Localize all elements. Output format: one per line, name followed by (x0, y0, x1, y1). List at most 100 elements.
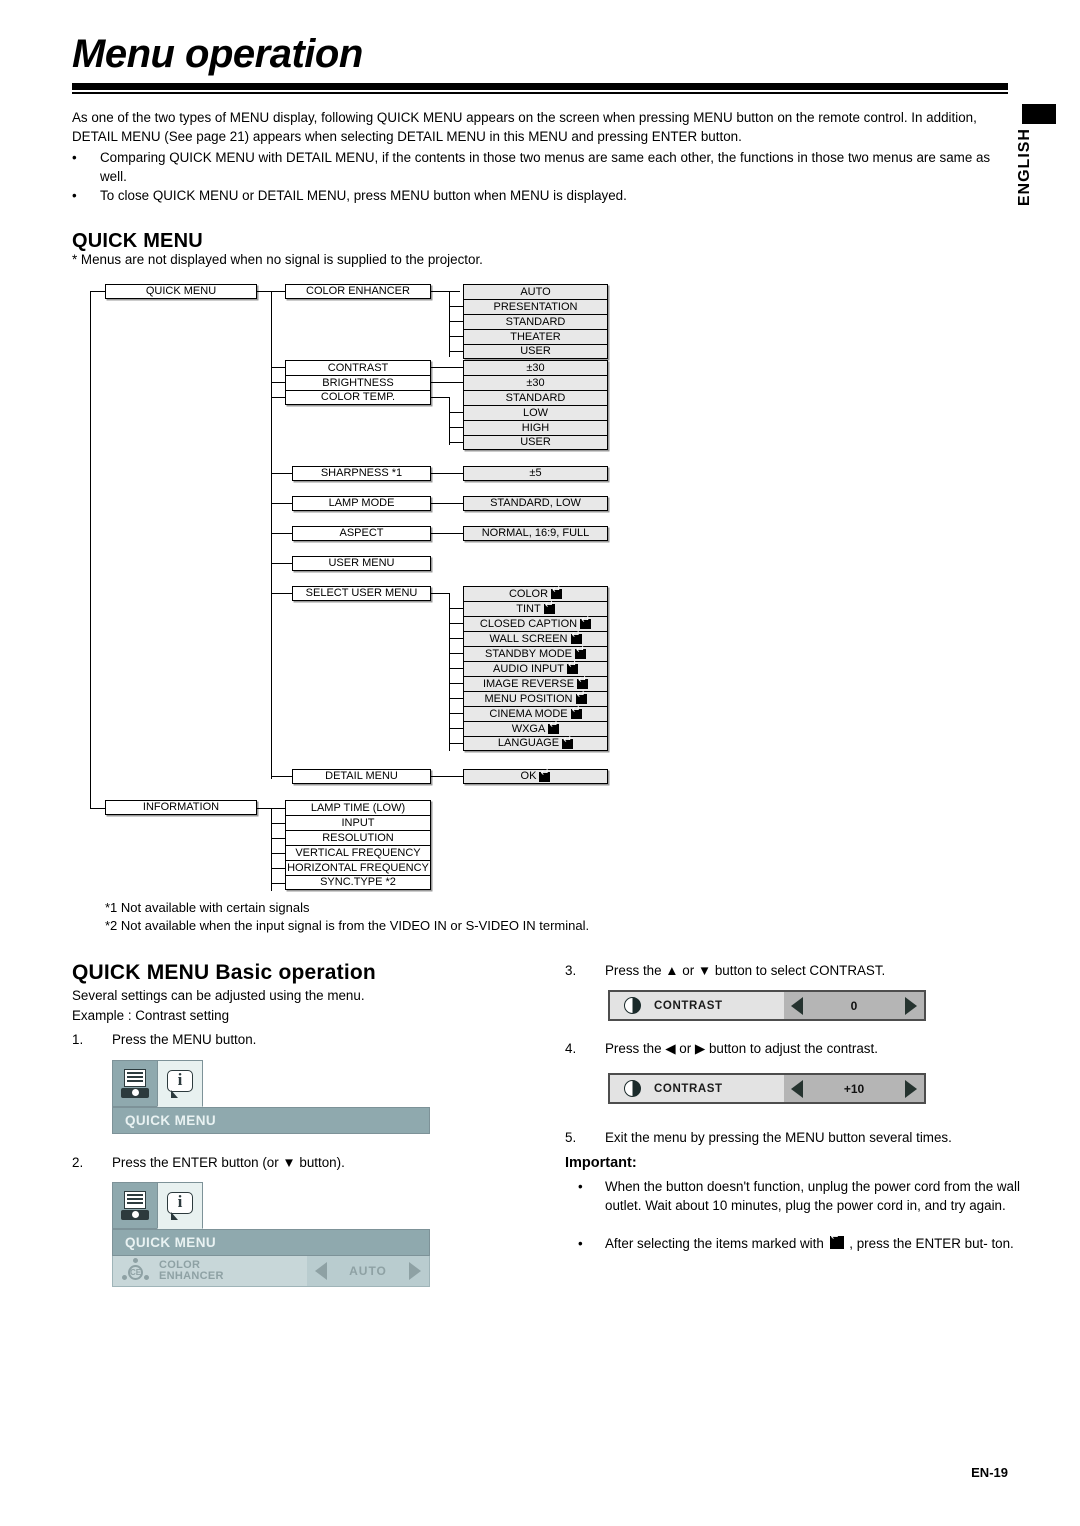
contrast-value: 0 (850, 998, 858, 1013)
connector (449, 397, 451, 445)
tree-value: USER (463, 344, 608, 359)
enter-key-icon (539, 768, 551, 782)
tree-node-select-user-menu: SELECT USER MENU (292, 586, 431, 601)
enter-key-icon (570, 705, 582, 719)
important-bullet-1: • When the button doesn't function, unpl… (565, 1177, 1025, 1215)
connector (449, 728, 464, 730)
tree-value: USER (463, 435, 608, 450)
tree-node-brightness: BRIGHTNESS (285, 375, 431, 390)
tree-value: RESOLUTION (285, 830, 431, 845)
step-1: 1. Press the MENU button. (72, 1030, 492, 1049)
bullet-mark: • (578, 1179, 583, 1194)
connector (449, 321, 464, 323)
tree-node-aspect: ASPECT (292, 526, 431, 541)
intro-bullet-2-text: To close QUICK MENU or DETAIL MENU, pres… (100, 188, 627, 203)
intro-bullet-2: • To close QUICK MENU or DETAIL MENU, pr… (72, 186, 997, 205)
connector (449, 698, 464, 700)
connector (449, 291, 451, 357)
step-3: 3. Press the ▲ or ▼ button to select CON… (565, 961, 1015, 980)
color-enhancer-icon: CE (122, 1258, 150, 1284)
bullet-mark: • (72, 188, 77, 203)
basic-operation-heading: QUICK MENU Basic operation (72, 961, 376, 984)
contrast-bar-after[interactable]: CONTRAST +10 (608, 1073, 926, 1104)
step-text: Press the ENTER button (or ▼ button). (112, 1155, 345, 1170)
step-text: Press the MENU button. (112, 1032, 257, 1047)
contrast-bar-label: CONTRAST (654, 999, 723, 1012)
title-rule (72, 83, 1008, 90)
osd-quick-menu-closed[interactable]: i QUICK MENU (112, 1060, 430, 1134)
tree-value: HORIZONTAL FREQUENCY (285, 860, 431, 875)
step-2: 2. Press the ENTER button (or ▼ button). (72, 1153, 492, 1172)
right-arrow-icon[interactable] (905, 996, 917, 1015)
tree-value: STANDARD (463, 314, 608, 329)
contrast-bar-before[interactable]: CONTRAST 0 (608, 990, 926, 1021)
connector (431, 473, 464, 475)
tree-node-color-enhancer: COLOR ENHANCER (285, 284, 431, 299)
enter-key-icon (829, 1232, 844, 1249)
connector (271, 883, 286, 885)
connector (271, 473, 293, 475)
osd-row-value-control[interactable]: AUTO (307, 1256, 429, 1286)
tree-values-select-user-menu: COLOR TINT CLOSED CAPTION WALL SCREEN ST… (463, 585, 608, 751)
connector (90, 291, 92, 809)
connector (449, 351, 464, 353)
tree-value-label: COLOR (508, 587, 549, 600)
tree-value-label: CLOSED CAPTION (479, 617, 578, 630)
connector (271, 593, 293, 595)
connector (449, 713, 464, 715)
osd-row-value: AUTO (349, 1264, 387, 1278)
tree-value: CINEMA MODE (463, 705, 608, 721)
osd-row-label: COLOR ENHANCER (159, 1260, 307, 1282)
osd-quick-menu-open[interactable]: i QUICK MENU CE COLOR ENHANCER AUTO (112, 1182, 430, 1287)
contrast-value-control[interactable]: +10 (784, 1075, 924, 1102)
page-title: Menu operation (72, 32, 363, 76)
tree-node-quick-menu: QUICK MENU (105, 284, 257, 299)
step-5: 5. Exit the menu by pressing the MENU bu… (565, 1128, 1025, 1147)
tree-value-detail-menu: OK (463, 768, 608, 784)
important-bullet-2-tail: ton. (991, 1236, 1014, 1251)
step-number: 3. (565, 963, 577, 978)
enter-key-icon (548, 720, 560, 734)
tree-values-information: LAMP TIME (LOW) INPUT RESOLUTION VERTICA… (285, 800, 431, 890)
connector (449, 683, 464, 685)
tree-value: MENU POSITION (463, 690, 608, 706)
connector (271, 533, 293, 535)
left-arrow-icon[interactable] (791, 996, 803, 1015)
enter-key-icon (577, 675, 589, 689)
important-bullet-1-text: When the button doesn't function, unplug… (605, 1179, 1020, 1213)
connector (271, 503, 293, 505)
osd-row-color-enhancer[interactable]: CE COLOR ENHANCER AUTO (112, 1256, 430, 1287)
language-tab-marker (1022, 104, 1056, 124)
tree-value: TINT (463, 600, 608, 616)
connector (271, 291, 286, 293)
connector (449, 668, 464, 670)
connector (90, 808, 106, 810)
left-arrow-icon[interactable] (315, 1262, 327, 1280)
left-arrow-icon[interactable] (791, 1079, 803, 1098)
right-arrow-icon[interactable] (409, 1262, 421, 1280)
tree-node-user-menu: USER MENU (292, 556, 431, 571)
osd-tab-information[interactable]: i (157, 1060, 203, 1107)
connector (449, 412, 464, 414)
projector-icon (120, 1068, 150, 1099)
tree-value-label: WALL SCREEN (489, 632, 568, 645)
tree-value-label: WXGA (511, 722, 546, 735)
language-tab-label: ENGLISH (1016, 128, 1033, 207)
info-icon: i (165, 1191, 195, 1221)
enter-key-icon (570, 630, 582, 644)
right-arrow-icon[interactable] (905, 1079, 917, 1098)
footnote-2: *2 Not available when the input signal i… (105, 918, 590, 933)
step-number: 1. (72, 1032, 84, 1047)
osd-tab-image[interactable] (112, 1060, 158, 1107)
tree-value: AUTO (463, 284, 608, 299)
tree-values-color-enhancer: AUTO PRESENTATION STANDARD THEATER USER (463, 284, 608, 359)
title-rule-thin (72, 92, 1008, 94)
intro-bullet-1-text: Comparing QUICK MENU with DETAIL MENU, i… (100, 150, 991, 184)
osd-tab-image[interactable] (112, 1182, 158, 1229)
osd-tab-bar: i (112, 1060, 430, 1107)
osd-tab-information[interactable]: i (157, 1182, 203, 1229)
connector (271, 776, 293, 778)
step-number: 4. (565, 1041, 577, 1056)
tree-value: AUDIO INPUT (463, 660, 608, 676)
contrast-value-control[interactable]: 0 (784, 992, 924, 1019)
